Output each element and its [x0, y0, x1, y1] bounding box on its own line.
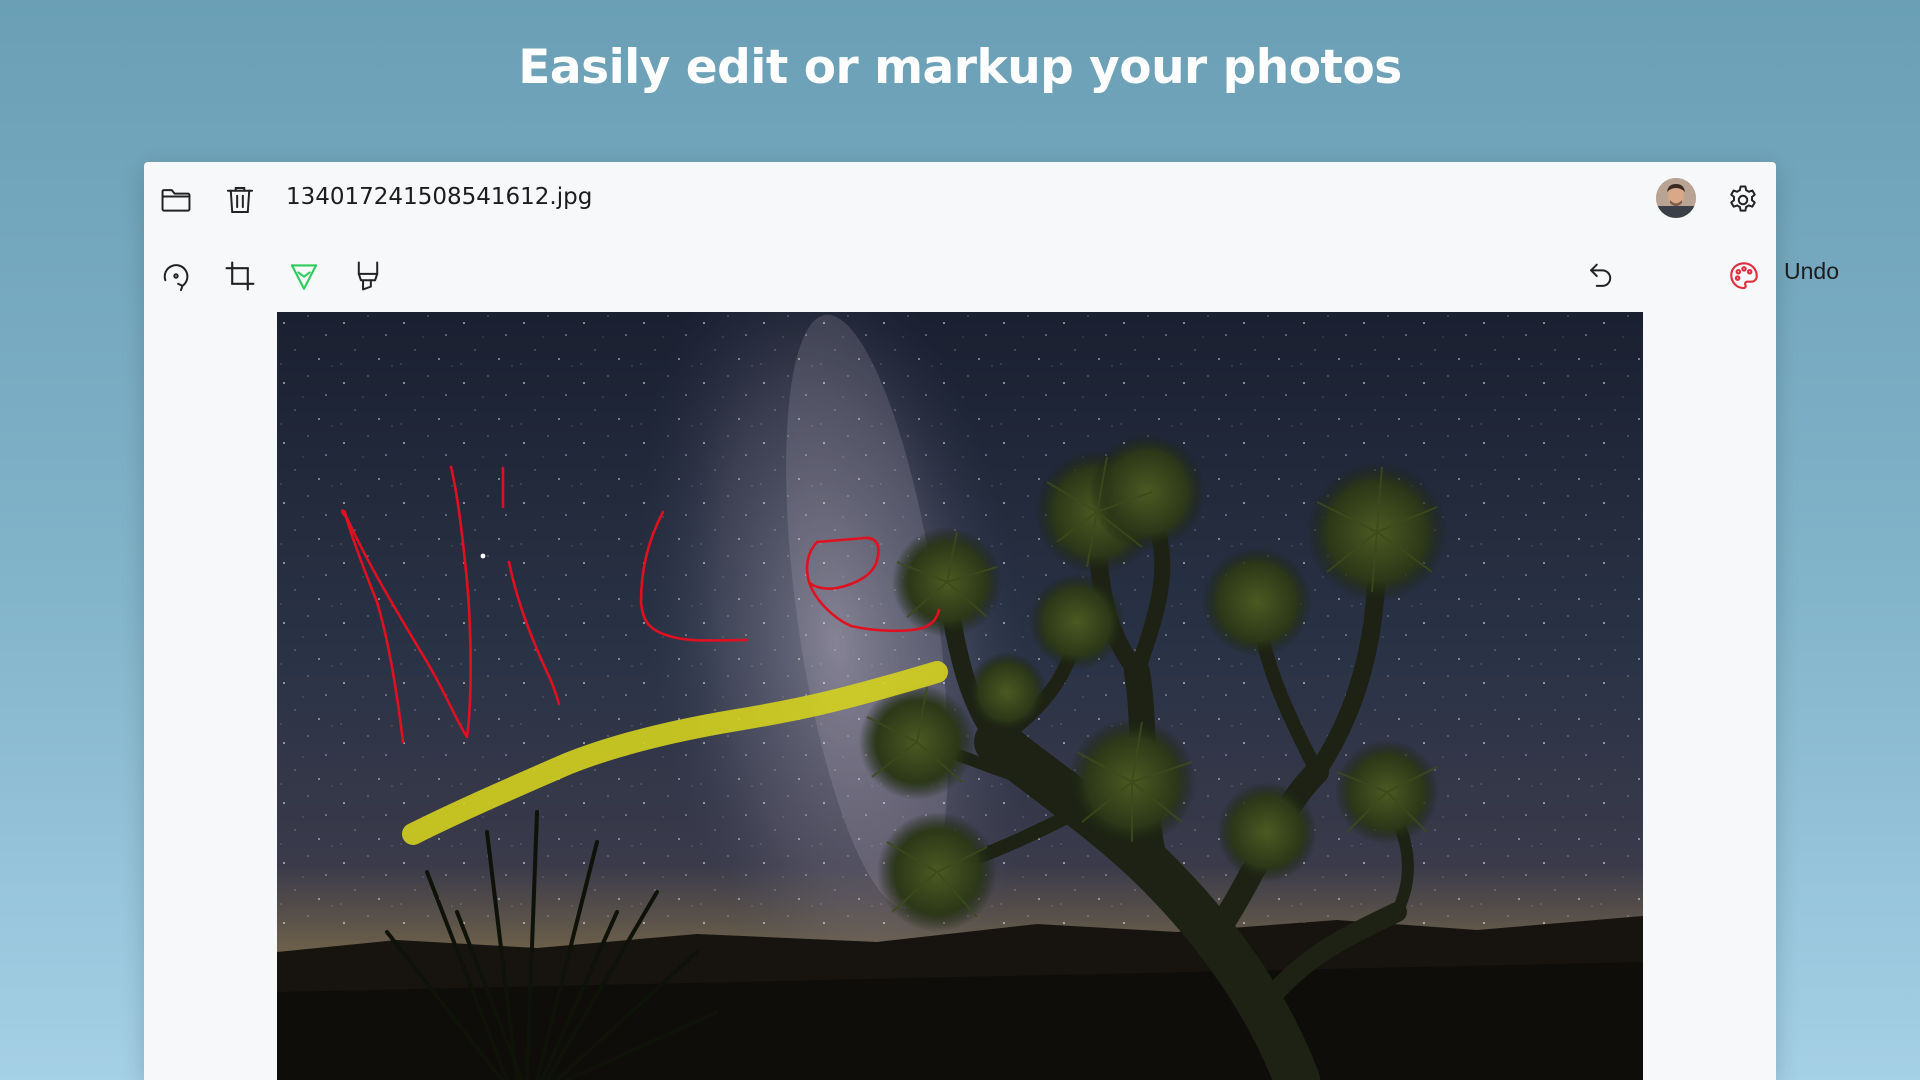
pen-tool-button[interactable] [282, 254, 326, 298]
rotate-icon [163, 264, 189, 292]
undo-label[interactable]: Undo [1784, 258, 1839, 285]
gear-icon [1730, 185, 1756, 212]
settings-button[interactable] [1721, 178, 1765, 222]
crop-icon [225, 261, 255, 291]
photo-canvas[interactable] [277, 312, 1643, 1080]
palette-icon [1730, 262, 1758, 290]
page-headline: Easily edit or markup your photos [518, 40, 1402, 95]
top-bar: 134017241508541612.jpg [144, 162, 1776, 240]
editor-window: 134017241508541612.jpg Undo [144, 162, 1839, 1080]
open-folder-button[interactable] [154, 178, 198, 222]
pen-icon [290, 264, 318, 290]
trash-icon [226, 186, 254, 214]
rotate-button[interactable] [154, 254, 198, 298]
file-name: 134017241508541612.jpg [286, 184, 593, 210]
avatar[interactable] [1656, 178, 1696, 218]
crop-button[interactable] [218, 254, 262, 298]
photo-image [277, 312, 1643, 1080]
color-picker-button[interactable] [1722, 254, 1766, 298]
delete-button[interactable] [218, 178, 262, 222]
highlighter-icon [357, 261, 379, 291]
avatar-image [1656, 178, 1696, 218]
edit-toolbar: Undo [144, 240, 1839, 312]
undo-icon [1590, 263, 1612, 287]
highlighter-tool-button[interactable] [346, 254, 390, 298]
undo-button[interactable] [1579, 254, 1623, 298]
folder-icon [161, 189, 191, 212]
